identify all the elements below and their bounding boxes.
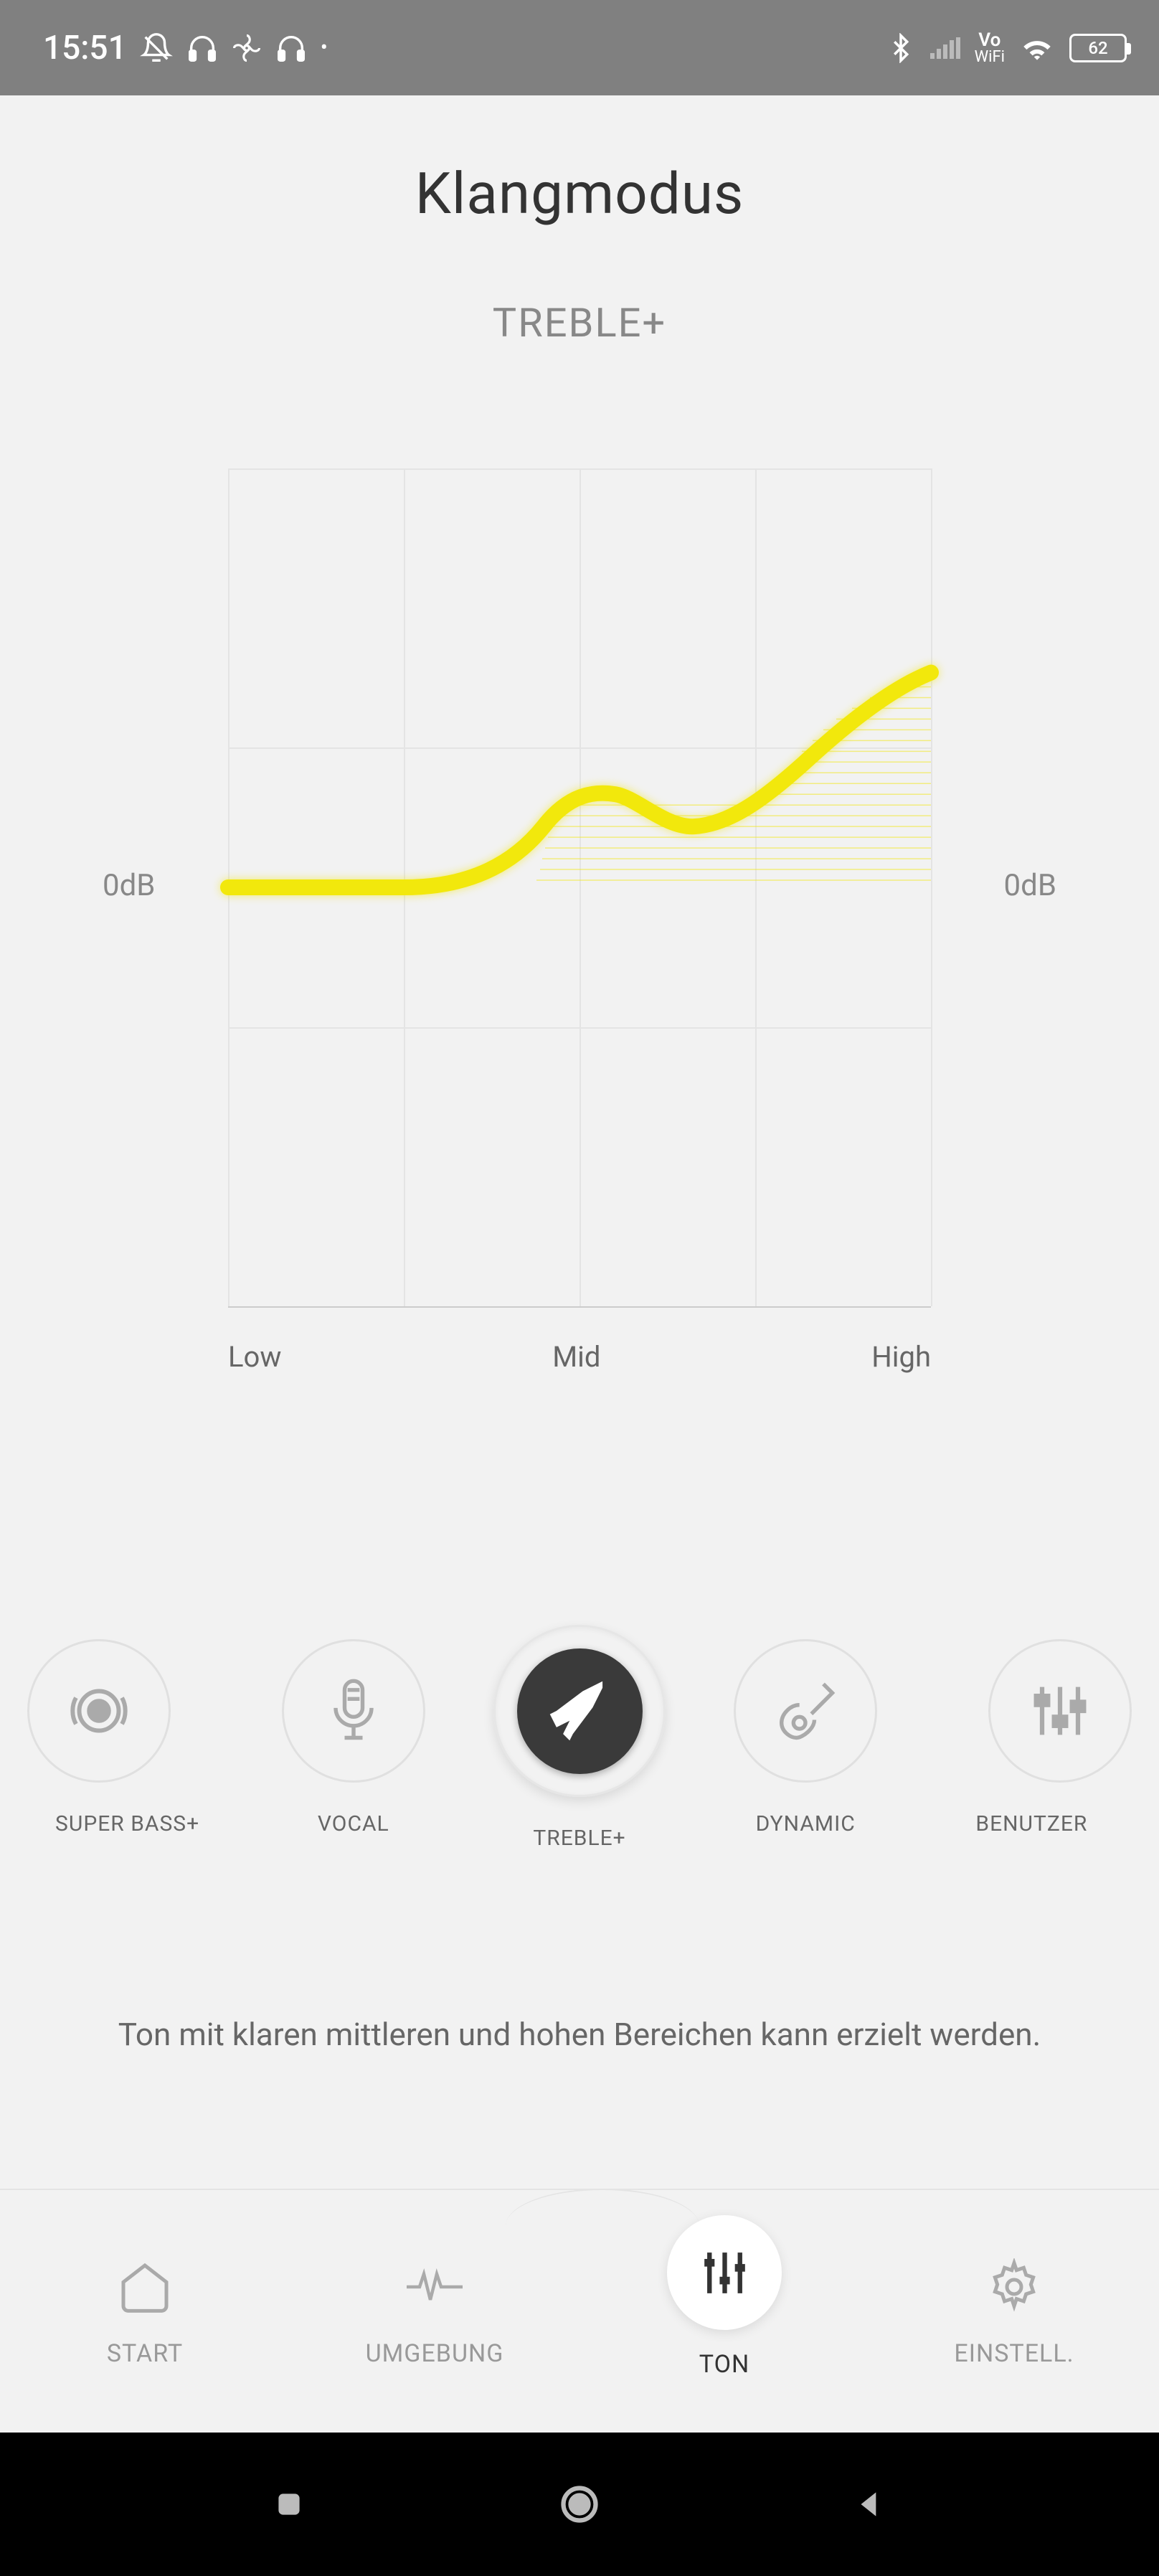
tab-umgebung[interactable]: UMGEBUNG bbox=[290, 2190, 580, 2433]
page-title: Klangmodus bbox=[415, 160, 744, 227]
mode-dynamic[interactable]: DYNAMIC bbox=[693, 1639, 919, 1836]
eq-chart: 0dB 0dB Low Mid High bbox=[117, 468, 1042, 1374]
speaker-icon bbox=[60, 1671, 138, 1750]
trumpet-icon bbox=[540, 1671, 619, 1750]
wave-icon bbox=[402, 2255, 467, 2319]
mode-user[interactable]: BENUTZER bbox=[919, 1639, 1145, 1836]
wifi-icon bbox=[1019, 30, 1055, 66]
tab-start[interactable]: START bbox=[0, 2190, 290, 2433]
mode-label: TREBLE+ bbox=[533, 1826, 625, 1851]
nav-home-button[interactable] bbox=[551, 2476, 608, 2533]
headphones-icon bbox=[186, 32, 219, 65]
battery-icon: 62 bbox=[1069, 34, 1127, 62]
axis-label-right: 0dB bbox=[1004, 868, 1056, 903]
nav-back-button[interactable] bbox=[841, 2476, 899, 2533]
mode-label: BENUTZER bbox=[975, 1811, 1087, 1836]
equalizer-icon bbox=[667, 2215, 782, 2330]
tick-high: High bbox=[871, 1340, 931, 1374]
tab-label: EINSTELL. bbox=[954, 2339, 1074, 2368]
mode-treble[interactable]: TREBLE+ bbox=[466, 1639, 692, 1851]
mode-vocal[interactable]: VOCAL bbox=[240, 1639, 466, 1836]
bluetooth-icon bbox=[886, 33, 916, 63]
status-bar: 15:51 • Vo WiFi 62 bbox=[0, 0, 1159, 95]
sliders-icon bbox=[1024, 1675, 1096, 1747]
tick-mid: Mid bbox=[552, 1340, 600, 1374]
vowifi-icon: Vo WiFi bbox=[975, 31, 1005, 65]
mode-description: Ton mit klaren mittleren und hohen Berei… bbox=[47, 2016, 1112, 2053]
microphone-icon bbox=[318, 1675, 389, 1747]
status-time: 15:51 bbox=[43, 29, 127, 67]
guitar-icon bbox=[770, 1675, 841, 1747]
current-mode-name: TREBLE+ bbox=[493, 299, 666, 346]
x-tick-labels: Low Mid High bbox=[228, 1340, 931, 1374]
tab-einstell[interactable]: EINSTELL. bbox=[869, 2190, 1159, 2433]
fan-icon bbox=[232, 33, 262, 63]
axis-label-left: 0dB bbox=[103, 868, 155, 903]
home-icon bbox=[113, 2255, 177, 2319]
tab-ton[interactable]: TON bbox=[580, 2190, 869, 2433]
signal-icon bbox=[930, 37, 960, 59]
notification-mute-icon bbox=[140, 32, 173, 65]
modes-row: SUPER BASS+ VOCAL TREBLE+ DYNAMIC bbox=[0, 1639, 1159, 1851]
bottom-tab-bar: START UMGEBUNG TON EINSTELL. bbox=[0, 2189, 1159, 2433]
dot-icon: • bbox=[321, 35, 328, 60]
gear-icon bbox=[982, 2255, 1046, 2319]
headphones-icon-2 bbox=[275, 32, 308, 65]
tab-label: UMGEBUNG bbox=[366, 2339, 504, 2368]
mode-label: SUPER BASS+ bbox=[55, 1811, 199, 1836]
nav-recents-button[interactable] bbox=[260, 2476, 318, 2533]
mode-super-bass[interactable]: SUPER BASS+ bbox=[14, 1639, 240, 1836]
mode-label: VOCAL bbox=[318, 1811, 389, 1836]
android-nav-bar bbox=[0, 2433, 1159, 2576]
tab-label: START bbox=[107, 2339, 183, 2368]
tick-low: Low bbox=[228, 1340, 281, 1374]
mode-label: DYNAMIC bbox=[756, 1811, 856, 1836]
tab-label: TON bbox=[699, 2350, 749, 2379]
